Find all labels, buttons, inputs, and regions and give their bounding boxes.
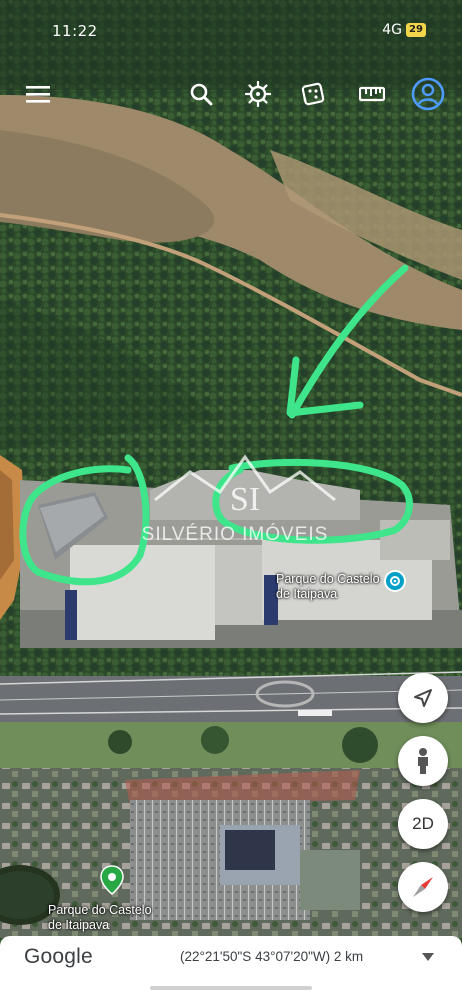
- account-button[interactable]: [408, 74, 448, 114]
- google-logo: Google: [24, 945, 93, 968]
- menu-icon: [26, 86, 50, 103]
- compass-button[interactable]: [398, 862, 448, 912]
- navigation-arrow-icon: [414, 689, 432, 707]
- voyager-button[interactable]: [238, 74, 278, 114]
- park-icon: [390, 576, 400, 586]
- menu-button[interactable]: [18, 74, 58, 114]
- chevron-down-icon[interactable]: [422, 953, 434, 961]
- measure-button[interactable]: [352, 74, 392, 114]
- voyager-wheel-icon: [245, 81, 271, 107]
- annotation-circle-left: [19, 454, 150, 586]
- top-toolbar: [0, 74, 462, 118]
- street-view-button[interactable]: [398, 736, 448, 786]
- battery-icon: 29: [406, 23, 426, 37]
- poi-icon-upper[interactable]: [384, 570, 406, 592]
- annotation-circle-right: [212, 458, 413, 544]
- annotation-layer: [19, 264, 413, 586]
- coordinates-readout: (22°21'50"S 43°07'20"W) 2 km: [180, 949, 364, 964]
- account-icon: [411, 77, 445, 111]
- search-icon: [190, 83, 213, 106]
- location-pin-icon: [100, 865, 124, 895]
- ruler-icon: [359, 86, 385, 102]
- poi-label-upper[interactable]: Parque do Castelo de Itaipava: [276, 572, 386, 602]
- poi-label-lower[interactable]: Parque do Castelo de Itaipava: [48, 903, 188, 933]
- bottom-info-bar[interactable]: Google (22°21'50"S 43°07'20"W) 2 km: [0, 936, 462, 1000]
- compass-icon: [413, 877, 433, 897]
- map-pin-lower[interactable]: [100, 865, 124, 895]
- view-2d-button[interactable]: 2D: [398, 799, 448, 849]
- feeling-lucky-button[interactable]: [293, 74, 333, 114]
- pegman-icon: [418, 748, 428, 774]
- drag-handle[interactable]: [150, 986, 312, 990]
- dice-icon: [301, 82, 325, 106]
- status-network: 4G: [382, 22, 402, 38]
- search-button[interactable]: [181, 74, 221, 114]
- status-bar: 11:22 4G 29: [0, 0, 462, 62]
- annotation-arrow: [288, 264, 409, 419]
- my-location-button[interactable]: [398, 673, 448, 723]
- status-time: 11:22: [52, 22, 98, 40]
- view-2d-label: 2D: [412, 814, 434, 833]
